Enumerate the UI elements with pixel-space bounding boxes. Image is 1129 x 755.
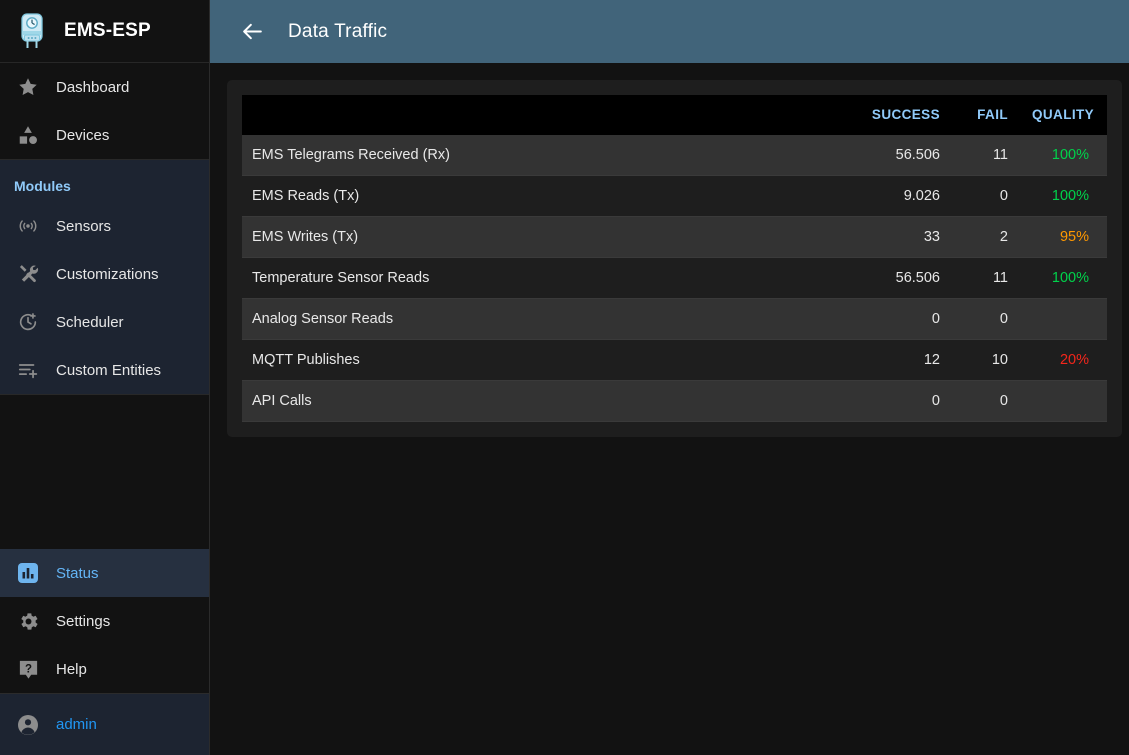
cell-name: EMS Reads (Tx) bbox=[242, 176, 842, 217]
cell-success: 12 bbox=[842, 340, 952, 381]
cell-success: 33 bbox=[842, 217, 952, 258]
cell-name: EMS Telegrams Received (Rx) bbox=[242, 135, 842, 176]
sidebar-item-settings[interactable]: Settings bbox=[0, 597, 209, 645]
content-area: SUCCESS FAIL QUALITY EMS Telegrams Recei… bbox=[210, 63, 1129, 755]
sidebar-item-custom-entities[interactable]: Custom Entities bbox=[0, 346, 209, 394]
arrow-left-icon[interactable] bbox=[240, 19, 265, 44]
table-body: EMS Telegrams Received (Rx)56.50611100%E… bbox=[242, 135, 1107, 422]
sidebar-item-label: Help bbox=[56, 661, 87, 678]
shapes-icon bbox=[14, 121, 42, 149]
table-row: Analog Sensor Reads00 bbox=[242, 299, 1107, 340]
data-traffic-card: SUCCESS FAIL QUALITY EMS Telegrams Recei… bbox=[227, 80, 1122, 437]
sidebar-spacer bbox=[0, 395, 209, 549]
cell-quality: 100% bbox=[1020, 258, 1107, 299]
sidebar-user-label: admin bbox=[56, 716, 97, 733]
cell-fail: 0 bbox=[952, 381, 1020, 422]
table-head: SUCCESS FAIL QUALITY bbox=[242, 95, 1107, 135]
cell-fail: 11 bbox=[952, 258, 1020, 299]
sidebar-item-status[interactable]: Status bbox=[0, 549, 209, 597]
cell-success: 56.506 bbox=[842, 135, 952, 176]
table-header-row: SUCCESS FAIL QUALITY bbox=[242, 95, 1107, 135]
cell-quality bbox=[1020, 381, 1107, 422]
sidebar-section-modules: Modules bbox=[0, 160, 209, 202]
sidebar-item-label: Custom Entities bbox=[56, 362, 161, 379]
cell-fail: 10 bbox=[952, 340, 1020, 381]
table-row: Temperature Sensor Reads56.50611100% bbox=[242, 258, 1107, 299]
sidebar-item-label: Dashboard bbox=[56, 79, 129, 96]
cell-name: Temperature Sensor Reads bbox=[242, 258, 842, 299]
cell-fail: 0 bbox=[952, 299, 1020, 340]
cell-success: 56.506 bbox=[842, 258, 952, 299]
table-row: API Calls00 bbox=[242, 381, 1107, 422]
cell-fail: 11 bbox=[952, 135, 1020, 176]
sidebar-item-dashboard[interactable]: Dashboard bbox=[0, 63, 209, 111]
clock-plus-icon bbox=[14, 308, 42, 336]
cell-name: Analog Sensor Reads bbox=[242, 299, 842, 340]
main-area: Data Traffic SUCCESS FAIL QUALITY EMS Te… bbox=[210, 0, 1129, 755]
star-icon bbox=[14, 73, 42, 101]
brand-title: EMS-ESP bbox=[64, 20, 151, 42]
table-row: EMS Writes (Tx)33295% bbox=[242, 217, 1107, 258]
sidebar-item-scheduler[interactable]: Scheduler bbox=[0, 298, 209, 346]
list-plus-icon bbox=[14, 356, 42, 384]
cell-name: MQTT Publishes bbox=[242, 340, 842, 381]
cell-success: 0 bbox=[842, 299, 952, 340]
data-traffic-table: SUCCESS FAIL QUALITY EMS Telegrams Recei… bbox=[242, 95, 1107, 422]
question-icon: ? bbox=[14, 655, 42, 683]
sidebar-item-label: Sensors bbox=[56, 218, 111, 235]
cell-quality: 100% bbox=[1020, 176, 1107, 217]
table-row: EMS Telegrams Received (Rx)56.50611100% bbox=[242, 135, 1107, 176]
table-row: EMS Reads (Tx)9.0260100% bbox=[242, 176, 1107, 217]
table-row: MQTT Publishes121020% bbox=[242, 340, 1107, 381]
page-title: Data Traffic bbox=[288, 21, 387, 43]
sidebar-top-group: Dashboard Devices bbox=[0, 63, 209, 159]
tools-icon bbox=[14, 260, 42, 288]
sidebar-item-label: Devices bbox=[56, 127, 109, 144]
sensor-broadcast-icon bbox=[14, 212, 42, 240]
cell-quality: 100% bbox=[1020, 135, 1107, 176]
sidebar: EMS-ESP Dashboard De bbox=[0, 0, 210, 755]
cell-quality bbox=[1020, 299, 1107, 340]
cell-name: API Calls bbox=[242, 381, 842, 422]
gear-icon bbox=[14, 607, 42, 635]
account-circle-icon bbox=[14, 711, 42, 739]
sidebar-item-label: Scheduler bbox=[56, 314, 124, 331]
cell-name: EMS Writes (Tx) bbox=[242, 217, 842, 258]
brand-header[interactable]: EMS-ESP bbox=[0, 0, 209, 63]
sidebar-item-help[interactable]: ? Help bbox=[0, 645, 209, 693]
cell-fail: 0 bbox=[952, 176, 1020, 217]
svg-text:?: ? bbox=[24, 663, 31, 675]
boiler-icon bbox=[14, 11, 50, 51]
cell-quality: 20% bbox=[1020, 340, 1107, 381]
column-header-success: SUCCESS bbox=[842, 95, 952, 135]
sidebar-user-admin[interactable]: admin bbox=[0, 693, 209, 755]
sidebar-item-label: Status bbox=[56, 565, 99, 582]
sidebar-item-customizations[interactable]: Customizations bbox=[0, 250, 209, 298]
bar-chart-icon bbox=[14, 559, 42, 587]
cell-quality: 95% bbox=[1020, 217, 1107, 258]
app-root: EMS-ESP Dashboard De bbox=[0, 0, 1129, 755]
sidebar-modules-group: Modules Sensors bbox=[0, 160, 209, 394]
sidebar-item-sensors[interactable]: Sensors bbox=[0, 202, 209, 250]
column-header-quality: QUALITY bbox=[1020, 95, 1107, 135]
sidebar-item-devices[interactable]: Devices bbox=[0, 111, 209, 159]
column-header-fail: FAIL bbox=[952, 95, 1020, 135]
sidebar-item-label: Settings bbox=[56, 613, 110, 630]
cell-fail: 2 bbox=[952, 217, 1020, 258]
sidebar-item-label: Customizations bbox=[56, 266, 159, 283]
cell-success: 9.026 bbox=[842, 176, 952, 217]
cell-success: 0 bbox=[842, 381, 952, 422]
column-header-name bbox=[242, 95, 842, 135]
top-app-bar: Data Traffic bbox=[210, 0, 1129, 63]
sidebar-bottom-group: Status Settings ? Help bbox=[0, 549, 209, 693]
